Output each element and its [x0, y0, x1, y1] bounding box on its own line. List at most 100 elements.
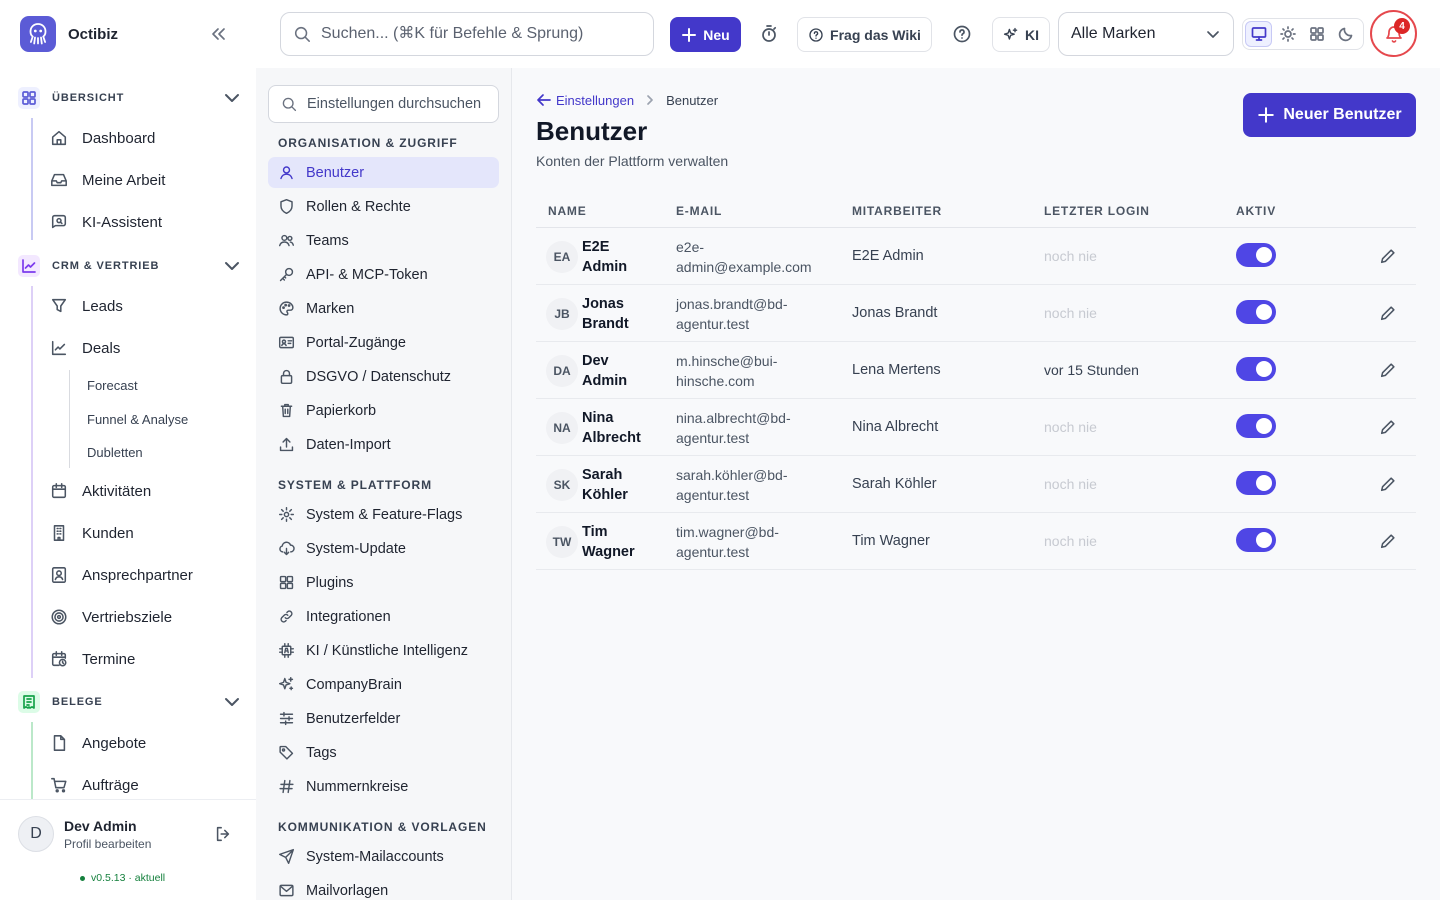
toggle-knob	[1256, 475, 1272, 491]
sidebar-item-angebote[interactable]: Angebote	[50, 725, 240, 761]
pencil-icon[interactable]	[1379, 247, 1397, 265]
notification-badge: 4	[1394, 18, 1410, 34]
column-header-email[interactable]: E-MAIL	[676, 204, 722, 218]
settings-item-label: System-Mailaccounts	[306, 848, 444, 865]
breadcrumb-back-label: Einstellungen	[556, 92, 635, 108]
light-mode-icon[interactable]	[1274, 21, 1301, 47]
ask-wiki-button[interactable]: Frag das Wiki	[797, 17, 932, 52]
status-dot-icon	[80, 875, 85, 881]
settings-item-portal-zugaenge[interactable]: Portal-Zugänge	[268, 327, 499, 358]
settings-item-tags[interactable]: Tags	[268, 737, 499, 768]
funnel-icon	[50, 297, 70, 315]
breadcrumb: Einstellungen Benutzer	[536, 92, 718, 108]
settings-search-input[interactable]	[307, 96, 497, 112]
stopwatch-icon[interactable]	[759, 24, 779, 44]
table-row[interactable]: NA Nina Albrecht nina.albrecht@bd-agentur.…	[536, 399, 1416, 456]
column-header-aktiv[interactable]: AKTIV	[1236, 204, 1276, 218]
section-belege[interactable]: BELEGE	[18, 690, 240, 714]
app-name: Octibiz	[68, 25, 119, 43]
settings-search[interactable]	[268, 85, 499, 123]
settings-item-benutzerfelder[interactable]: Benutzerfelder	[268, 703, 499, 734]
dark-mode-icon[interactable]	[1332, 21, 1359, 47]
settings-item-mailvorlagen[interactable]: Mailvorlagen	[268, 875, 499, 900]
active-toggle[interactable]	[1236, 414, 1276, 438]
sidebar-item-ansprechpartner[interactable]: Ansprechpartner	[50, 557, 240, 593]
sidebar-item-leads[interactable]: Leads	[50, 288, 240, 324]
brand-select[interactable]: Alle Marken	[1058, 12, 1234, 56]
table-row[interactable]: DA Dev Admin m.hinsche@bui-hinsche.com Lena…	[536, 342, 1416, 399]
column-header-letzter-login[interactable]: LETZTER LOGIN	[1044, 204, 1150, 218]
breadcrumb-back-link[interactable]: Einstellungen	[536, 92, 634, 108]
settings-item-integrationen[interactable]: Integrationen	[268, 601, 499, 632]
sidebar-subitem-funnel-analyse[interactable]: Funnel & Analyse	[87, 412, 188, 427]
sidebar-item-deals[interactable]: Deals	[50, 330, 240, 366]
sidebar-item-auftraege[interactable]: Aufträge	[50, 767, 240, 803]
calendar-clock-icon	[50, 650, 70, 668]
settings-item-system-update[interactable]: System-Update	[268, 533, 499, 564]
desktop-mode-icon[interactable]	[1245, 21, 1273, 47]
active-toggle[interactable]	[1236, 471, 1276, 495]
settings-item-nummernkreise[interactable]: Nummernkreise	[268, 771, 499, 802]
settings-group-label: ORGANISATION & ZUGRIFF	[278, 136, 458, 150]
avatar[interactable]: D	[18, 816, 54, 852]
settings-item-label: Nummernkreise	[306, 778, 409, 795]
pencil-icon[interactable]	[1379, 418, 1397, 436]
settings-item-dsgvo[interactable]: DSGVO / Datenschutz	[268, 361, 499, 392]
layout-grid-icon[interactable]	[1303, 21, 1330, 47]
logout-icon[interactable]	[214, 825, 232, 843]
pencil-icon[interactable]	[1379, 475, 1397, 493]
sidebar-item-vertriebsziele[interactable]: Vertriebsziele	[50, 599, 240, 635]
help-icon[interactable]	[952, 24, 972, 44]
settings-item-plugins[interactable]: Plugins	[268, 567, 499, 598]
column-header-mitarbeiter[interactable]: MITARBEITER	[852, 204, 942, 218]
settings-item-daten-import[interactable]: Daten-Import	[268, 429, 499, 460]
new-user-button[interactable]: Neuer Benutzer	[1243, 93, 1416, 137]
target-icon	[50, 608, 70, 626]
edit-profile-link[interactable]: Profil bearbeiten	[64, 837, 151, 851]
section-crm-vertrieb[interactable]: CRM & VERTRIEB	[18, 254, 240, 278]
active-toggle[interactable]	[1236, 243, 1276, 267]
search-input[interactable]	[321, 25, 641, 43]
ai-button[interactable]: KI	[992, 17, 1050, 52]
settings-item-system-mailaccounts[interactable]: System-Mailaccounts	[268, 841, 499, 872]
section-label: CRM & VERTRIEB	[52, 260, 160, 272]
sidebar-item-meine-arbeit[interactable]: Meine Arbeit	[50, 162, 240, 198]
new-button[interactable]: Neu	[670, 17, 741, 52]
settings-item-rollen-rechte[interactable]: Rollen & Rechte	[268, 191, 499, 222]
settings-item-api-mcp-token[interactable]: API- & MCP-Token	[268, 259, 499, 290]
table-row[interactable]: JB Jonas Brandt jonas.brandt@bd-agentur.te…	[536, 285, 1416, 342]
sidebar-subitem-forecast[interactable]: Forecast	[87, 378, 138, 393]
user-employee: Nina Albrecht	[852, 419, 939, 435]
settings-item-marken[interactable]: Marken	[268, 293, 499, 324]
table-row[interactable]: TW Tim Wagner tim.wagner@bd-agentur.test Ti…	[536, 513, 1416, 570]
settings-item-label: System-Update	[306, 540, 406, 557]
pencil-icon[interactable]	[1379, 361, 1397, 379]
sidebar-item-kunden[interactable]: Kunden	[50, 515, 240, 551]
active-toggle[interactable]	[1236, 528, 1276, 552]
sidebar-item-ki-assistent[interactable]: KI-Assistent	[50, 204, 240, 240]
pencil-icon[interactable]	[1379, 304, 1397, 322]
active-toggle[interactable]	[1236, 300, 1276, 324]
settings-item-companybrain[interactable]: CompanyBrain	[268, 669, 499, 700]
settings-item-benutzer[interactable]: Benutzer	[268, 157, 499, 188]
settings-item-papierkorb[interactable]: Papierkorb	[268, 395, 499, 426]
column-header-name[interactable]: NAME	[548, 204, 587, 218]
settings-item-system-feature-flags[interactable]: System & Feature-Flags	[268, 499, 499, 530]
question-circle-icon	[808, 27, 824, 43]
settings-item-ki[interactable]: KI / Künstliche Intelligenz	[268, 635, 499, 666]
sidebar-item-aktivitaeten[interactable]: Aktivitäten	[50, 473, 240, 509]
table-row[interactable]: EA E2E Admin e2e-admin@example.com E2E Admi…	[536, 228, 1416, 285]
settings-item-label: Benutzerfelder	[306, 710, 401, 727]
global-search[interactable]	[280, 12, 654, 56]
pencil-icon[interactable]	[1379, 532, 1397, 550]
active-toggle[interactable]	[1236, 357, 1276, 381]
table-row[interactable]: SK Sarah Köhler sarah.köhler@bd-agentur.te…	[536, 456, 1416, 513]
sidebar-item-dashboard[interactable]: Dashboard	[50, 120, 240, 156]
sidebar-item-termine[interactable]: Termine	[50, 641, 240, 677]
section-uebersicht[interactable]: ÜBERSICHT	[18, 86, 240, 110]
collapse-sidebar-icon[interactable]	[208, 24, 228, 44]
notifications-button[interactable]: 4	[1370, 10, 1417, 57]
brand[interactable]: Octibiz	[20, 16, 118, 52]
settings-item-teams[interactable]: Teams	[268, 225, 499, 256]
sidebar-subitem-dubletten[interactable]: Dubletten	[87, 445, 143, 460]
